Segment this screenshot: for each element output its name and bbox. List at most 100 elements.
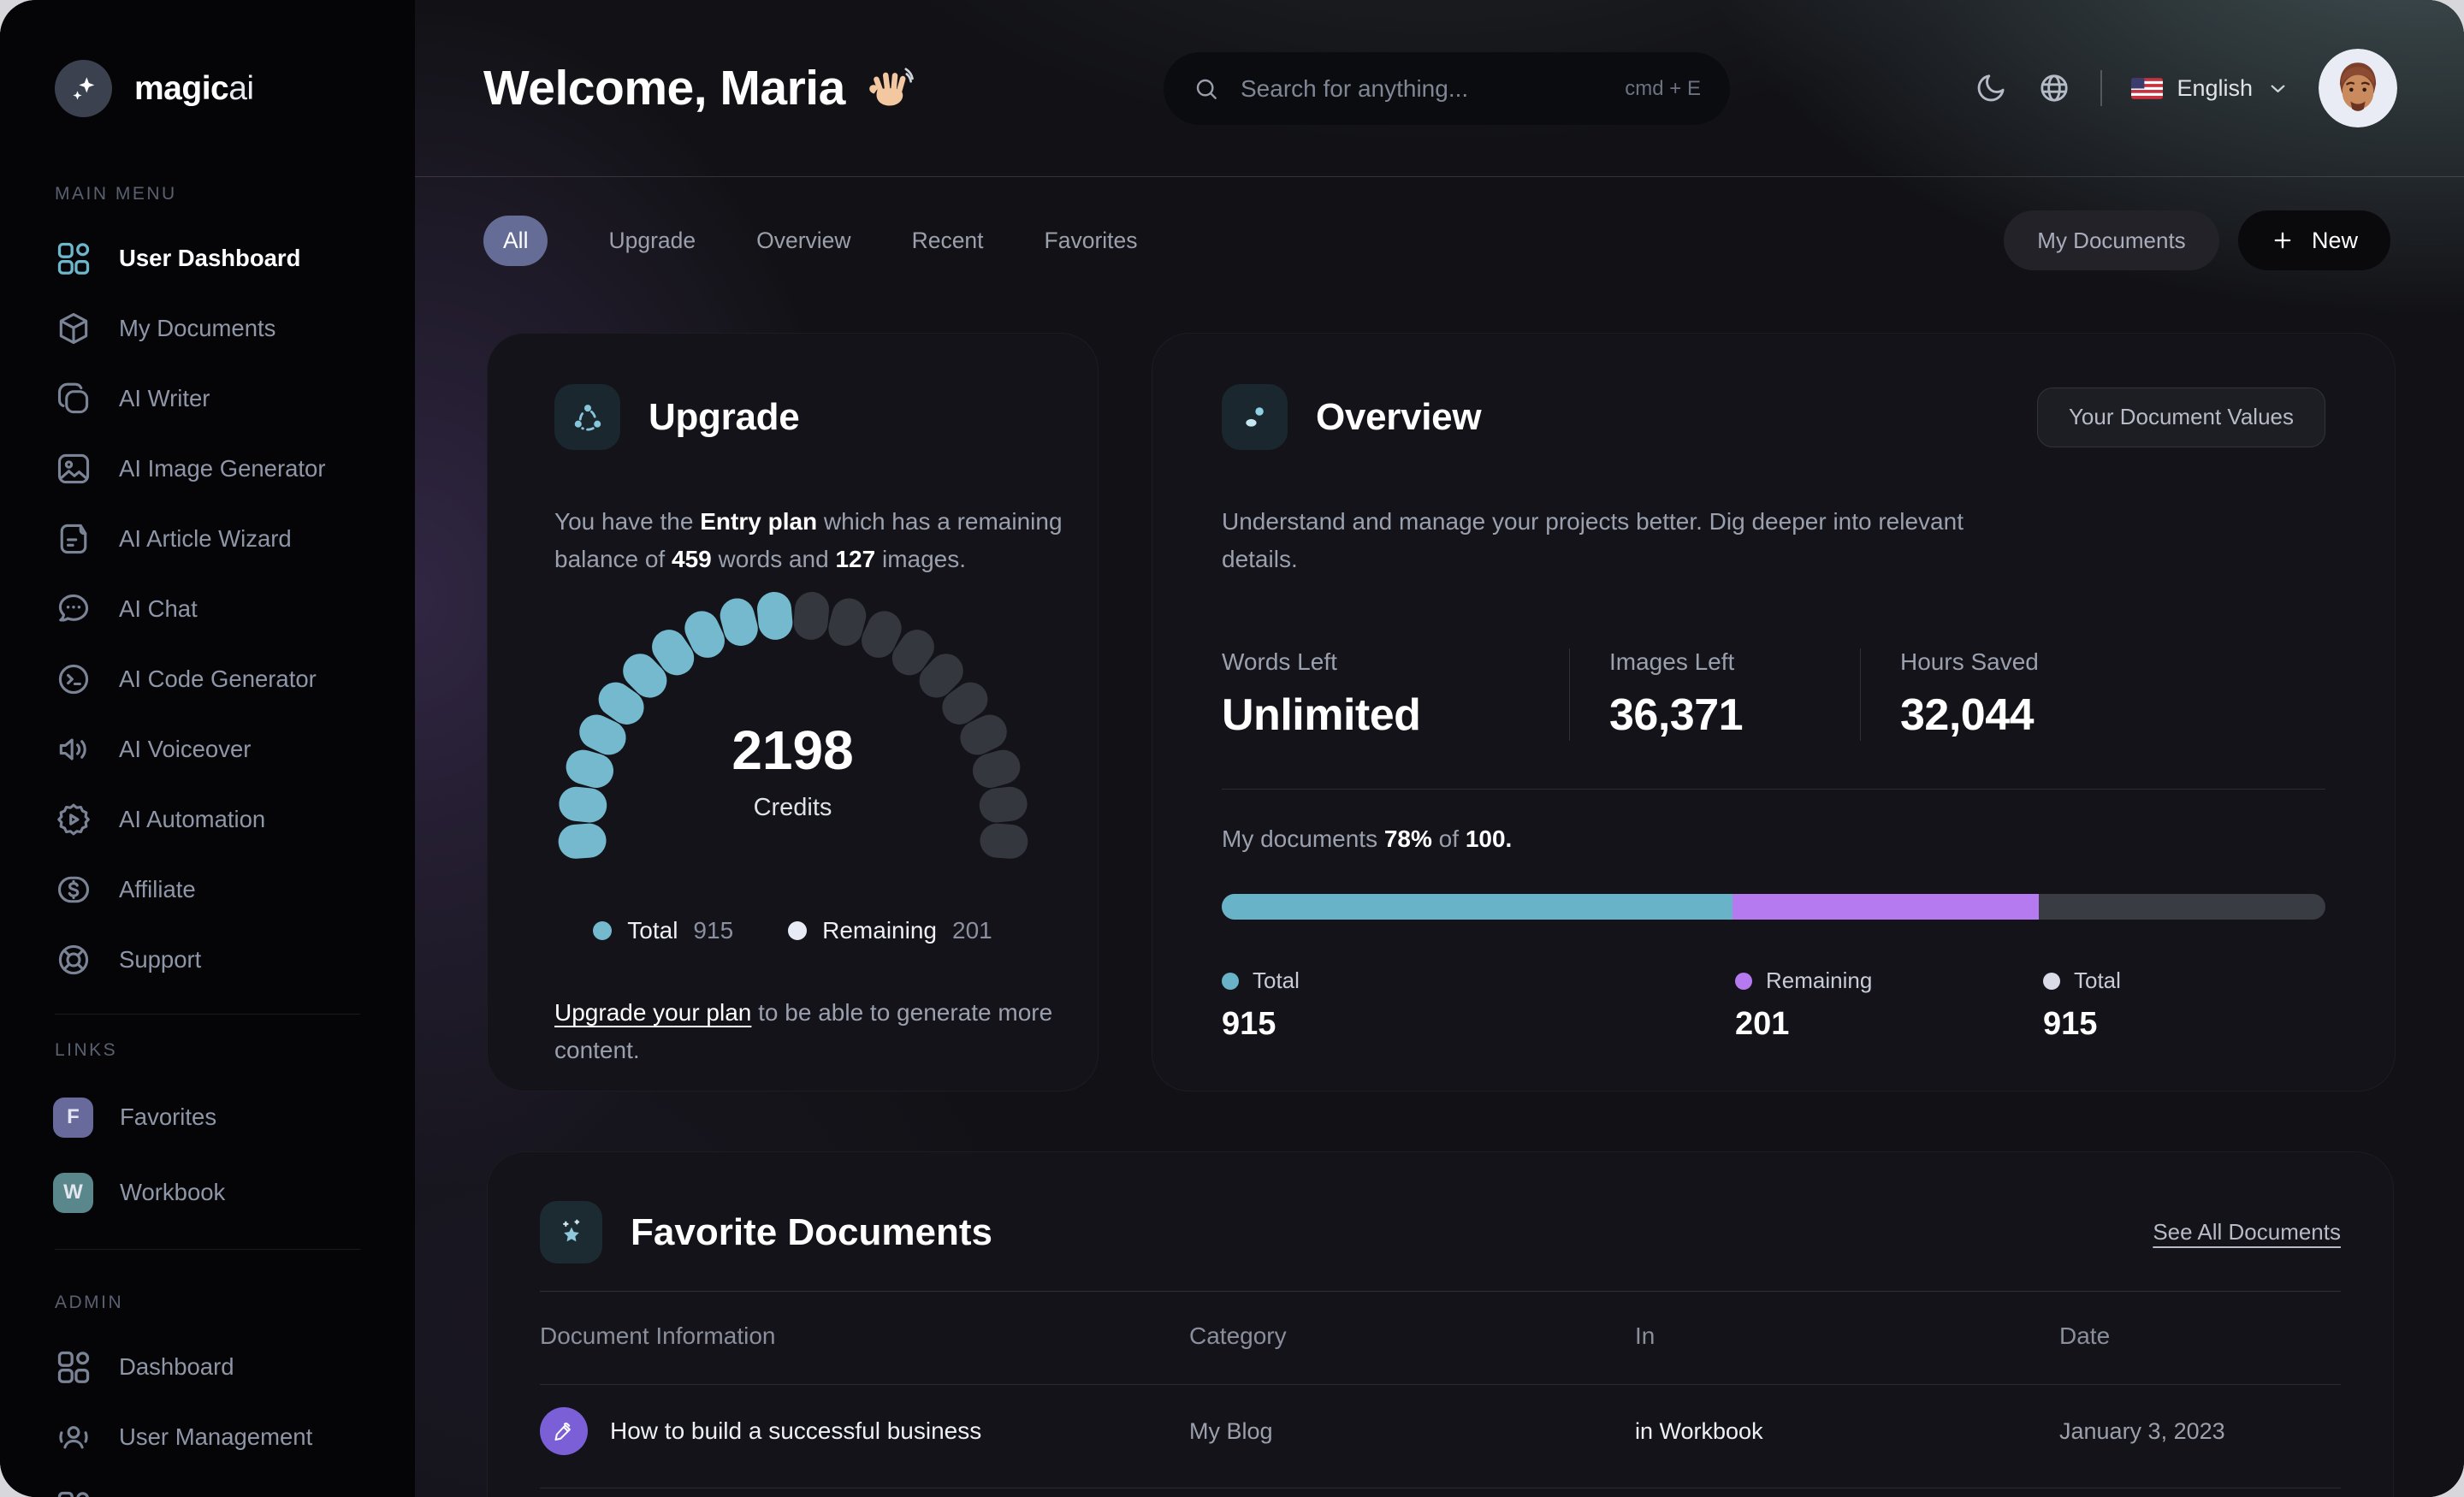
- page-header: Welcome, Maria cmd + E English: [415, 0, 2464, 177]
- us-flag-icon: [2131, 77, 2164, 99]
- legend-dot: [1735, 972, 1752, 990]
- dollar-icon: [55, 871, 92, 908]
- sidebar-item-ai-writer[interactable]: AI Writer: [0, 364, 415, 434]
- sidebar-item-user-dashboard[interactable]: User Dashboard: [0, 223, 415, 293]
- upgrade-description: You have the Entry plan which has a rema…: [554, 508, 1063, 572]
- sidebar-item-label: Affiliate: [119, 876, 196, 902]
- sidebar-item-label: AI Chat: [119, 595, 198, 622]
- grid-icon: [55, 1348, 92, 1386]
- main-area: Welcome, Maria cmd + E English: [415, 0, 2464, 1497]
- brand-logo[interactable]: magicai: [55, 60, 415, 117]
- column-date: Date: [2059, 1322, 2111, 1349]
- sidebar-item-label: AI Voiceover: [119, 736, 252, 762]
- sidebar-item-ai-automation[interactable]: AI Automation: [0, 784, 415, 855]
- sidebar-item-label: Workbook: [120, 1179, 226, 1205]
- new-button[interactable]: New: [2238, 210, 2390, 270]
- sidebar-item-ai-image-generator[interactable]: AI Image Generator: [0, 434, 415, 504]
- gauge-segment: [556, 822, 607, 861]
- cube-icon: [55, 310, 92, 347]
- tab-all[interactable]: All: [483, 215, 548, 266]
- search-input[interactable]: [1239, 74, 1626, 104]
- legend-item-total: Total 915: [593, 917, 733, 944]
- pen-icon: [540, 1407, 588, 1455]
- document-title: How to build a successful business: [610, 1417, 982, 1444]
- progress-segment: [1222, 894, 1733, 920]
- stat-hours-saved: Hours Saved 32,044: [1860, 648, 2073, 741]
- documents-summary: My documents 78% of 100.: [1222, 825, 1513, 852]
- image-icon: [55, 450, 92, 488]
- sparkles-icon: [55, 60, 112, 117]
- table-row[interactable]: How to build a successful business My Bl…: [540, 1385, 2341, 1488]
- lifebuoy-icon: [55, 941, 92, 979]
- column-category: Category: [1189, 1322, 1287, 1349]
- gear-play-icon: [55, 801, 92, 838]
- sidebar-item-ai-code-generator[interactable]: AI Code Generator: [0, 644, 415, 714]
- favorites-badge: F: [53, 1097, 93, 1138]
- dots-icon: [1222, 384, 1288, 450]
- language-selector[interactable]: English: [2131, 75, 2289, 102]
- sidebar-item-label: AI Article Wizard: [119, 525, 292, 552]
- tab-upgrade[interactable]: Upgrade: [608, 216, 696, 266]
- new-button-label: New: [2311, 227, 2358, 253]
- see-all-documents-link[interactable]: See All Documents: [2153, 1219, 2341, 1246]
- tab-favorites[interactable]: Favorites: [1045, 216, 1138, 266]
- legend-dot: [1222, 972, 1239, 990]
- sidebar-section-label: LINKS: [55, 1040, 118, 1060]
- header-controls: English: [1974, 0, 2397, 176]
- tab-recent[interactable]: Recent: [912, 216, 984, 266]
- stat-words-left: Words Left Unlimited: [1222, 648, 1421, 740]
- legend-item-total: Total 915: [2043, 967, 2121, 1042]
- legend-item-remaining: Remaining 201: [1735, 967, 1873, 1042]
- sidebar-item-ai-chat[interactable]: AI Chat: [0, 574, 415, 644]
- sidebar-section-label: MAIN MENU: [55, 184, 177, 204]
- divider: [55, 1014, 360, 1015]
- upgrade-plan-link[interactable]: Upgrade your plan: [554, 999, 751, 1026]
- users-icon: [55, 1418, 92, 1456]
- sidebar-item-label: AI Code Generator: [119, 666, 317, 692]
- gauge-segment: [978, 822, 1029, 861]
- overview-stats: Words Left Unlimited Images Left 36,371 Hour…: [1222, 648, 2325, 741]
- chat-icon: [55, 590, 92, 628]
- divider: [55, 1249, 360, 1250]
- document-icon: [55, 520, 92, 558]
- moon-icon[interactable]: [1974, 71, 2008, 105]
- column-in: In: [1635, 1322, 1656, 1349]
- sidebar-item-workbook[interactable]: W Workbook: [0, 1155, 415, 1230]
- grid-icon: [55, 1488, 92, 1497]
- progress-legend: Total 915 Remaining 201 Total 915: [1222, 967, 2325, 1043]
- credits-label: Credits: [753, 794, 832, 821]
- tab-overview[interactable]: Overview: [756, 216, 850, 266]
- divider: [2100, 70, 2103, 106]
- documents-progress: [1222, 894, 2325, 920]
- documents-table-header: Document Information Category In Date: [540, 1292, 2341, 1385]
- sidebar-item-dashboard[interactable]: Dashboard: [0, 1332, 415, 1402]
- sidebar-item-support[interactable]: Support: [0, 925, 415, 995]
- sidebar-item-my-documents[interactable]: My Documents: [0, 293, 415, 364]
- overview-card-title: Overview: [1316, 395, 1482, 438]
- credits-gauge: 2198 Credits: [554, 590, 1031, 895]
- globe-icon[interactable]: [2037, 71, 2071, 105]
- my-documents-button[interactable]: My Documents: [2004, 210, 2219, 270]
- favorite-documents-title: Favorite Documents: [631, 1210, 992, 1253]
- star-sparkle-icon: [540, 1201, 602, 1263]
- credits-value: 2198: [732, 719, 854, 781]
- brand-name: magicai: [134, 69, 254, 107]
- sidebar-item-ai-article-wizard[interactable]: AI Article Wizard: [0, 504, 415, 574]
- legend-item-remaining: Remaining 201: [788, 917, 992, 944]
- gauge-segment: [791, 590, 831, 642]
- filter-tabs: All Upgrade Overview Recent Favorites: [483, 215, 1138, 266]
- sidebar-item-favorites[interactable]: F Favorites: [0, 1080, 415, 1155]
- search-bar[interactable]: cmd + E: [1164, 52, 1730, 125]
- sidebar-item-ai-voiceover[interactable]: AI Voiceover: [0, 714, 415, 784]
- document-values-button[interactable]: Your Document Values: [2036, 387, 2325, 447]
- sidebar-item-affiliate[interactable]: Affiliate: [0, 855, 415, 925]
- sidebar-item-item[interactable]: [0, 1472, 415, 1497]
- sidebar-item-label: User Dashboard: [119, 245, 301, 271]
- document-category: My Blog: [1189, 1417, 1273, 1444]
- document-location: in Workbook: [1635, 1417, 1763, 1444]
- avatar[interactable]: [2319, 49, 2397, 127]
- sidebar-item-label: Dashboard: [119, 1353, 234, 1380]
- sidebar-item-user-management[interactable]: User Management: [0, 1402, 415, 1472]
- workbook-badge: W: [53, 1172, 93, 1213]
- stat-images-left: Images Left 36,371: [1569, 648, 1860, 741]
